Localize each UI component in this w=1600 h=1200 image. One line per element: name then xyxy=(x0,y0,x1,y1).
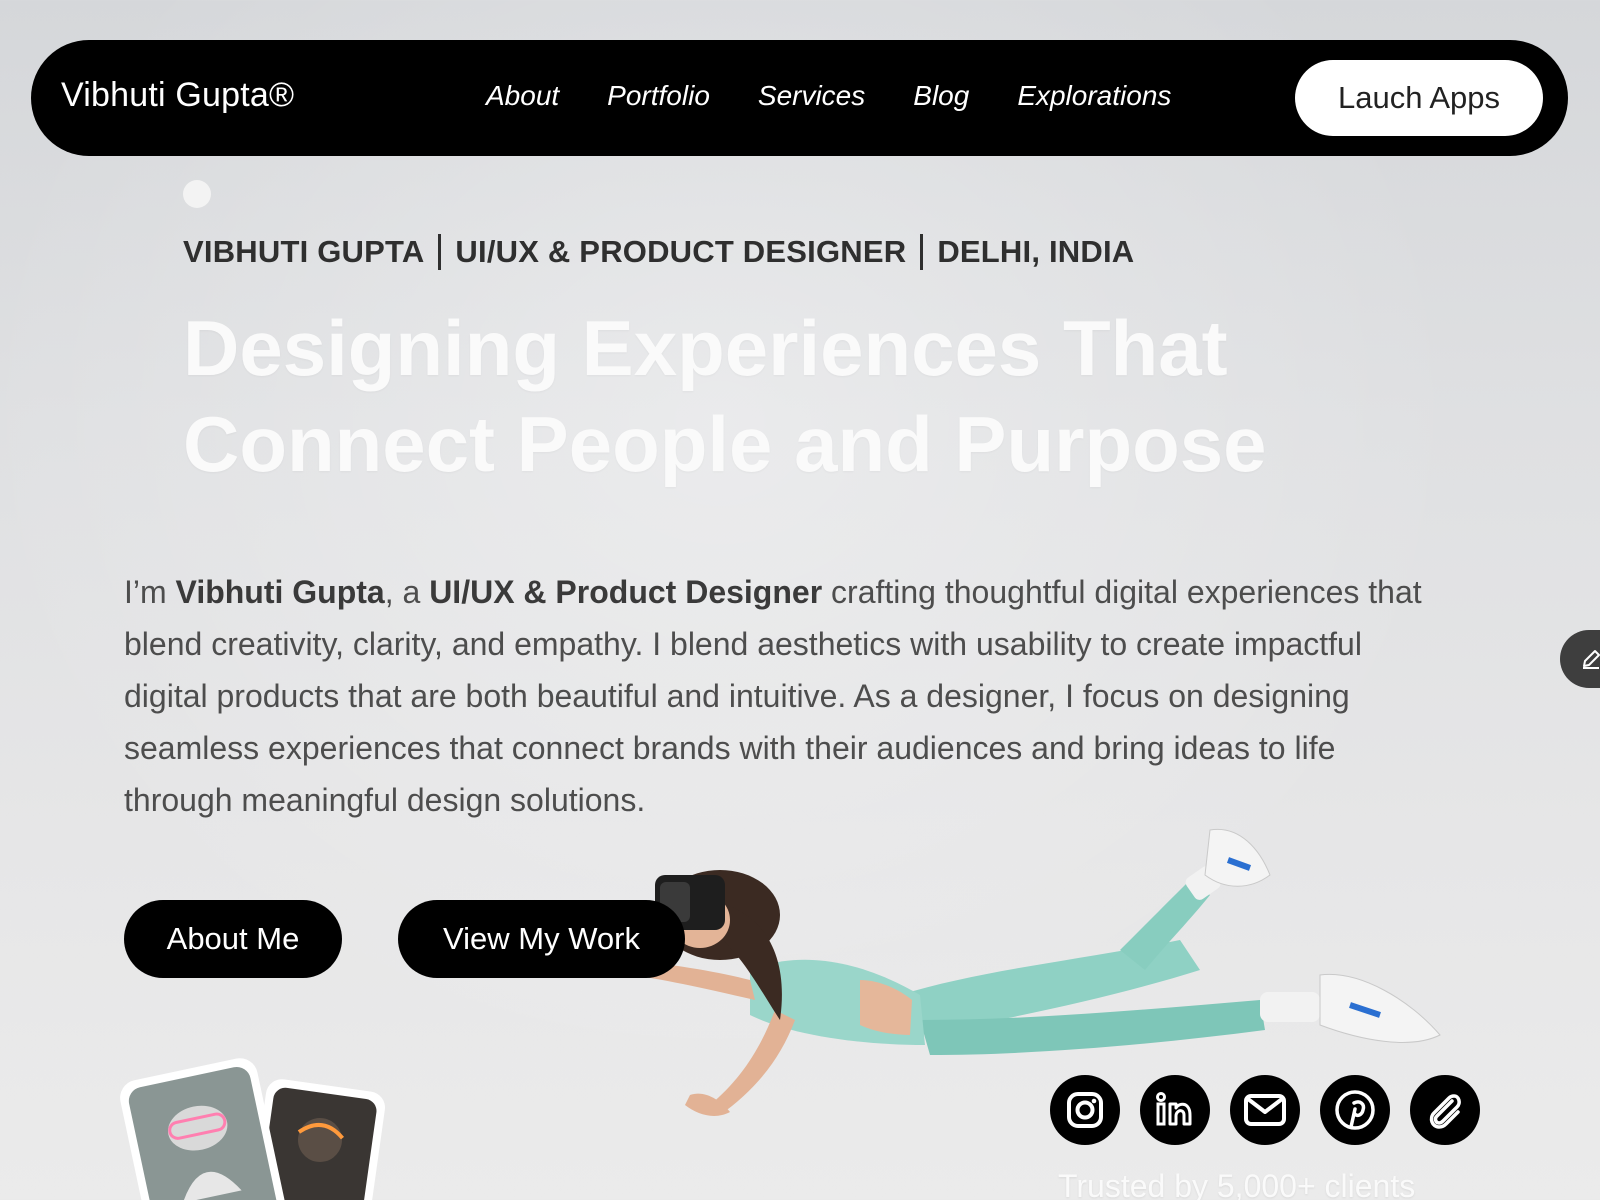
edit-tab[interactable] xyxy=(1560,630,1600,688)
top-navbar: Vibhuti Gupta® About Portfolio Services … xyxy=(31,40,1568,156)
desc-rest: crafting thoughtful digital experiences … xyxy=(124,574,1422,818)
tagline-role: UI/UX & PRODUCT DESIGNER xyxy=(455,234,907,269)
desc-prefix: I’m xyxy=(124,574,176,610)
trusted-by-text: Trusted by 5,000+ clients xyxy=(1058,1168,1416,1200)
desc-name: Vibhuti Gupta xyxy=(175,574,385,610)
attachment-link[interactable] xyxy=(1410,1075,1480,1145)
brand-logo[interactable]: Vibhuti Gupta® xyxy=(61,76,294,115)
about-me-button[interactable]: About Me xyxy=(124,900,342,978)
nav-link-blog[interactable]: Blog xyxy=(913,80,969,112)
project-thumbnail-cards xyxy=(120,1058,385,1200)
linkedin-icon xyxy=(1156,1092,1192,1126)
desc-mid: , a xyxy=(384,574,430,610)
nav-link-explorations[interactable]: Explorations xyxy=(1017,80,1171,112)
hero-tagline: VIBHUTI GUPTA UI/UX & PRODUCT DESIGNER D… xyxy=(183,234,1134,270)
decorative-dot xyxy=(183,180,211,208)
pencil-icon xyxy=(1583,650,1600,669)
linkedin-link[interactable] xyxy=(1140,1075,1210,1145)
tagline-separator xyxy=(438,234,442,270)
hero-headline: Designing Experiences That Connect Peopl… xyxy=(183,300,1433,492)
pinterest-link[interactable] xyxy=(1320,1075,1390,1145)
launch-apps-button[interactable]: Lauch Apps xyxy=(1295,60,1543,136)
nav-link-portfolio[interactable]: Portfolio xyxy=(607,80,710,112)
pinterest-icon xyxy=(1335,1090,1375,1130)
nav-link-about[interactable]: About xyxy=(486,80,559,112)
nav-links: About Portfolio Services Blog Exploratio… xyxy=(486,80,1171,112)
headline-line-2: Connect People and Purpose xyxy=(183,400,1267,488)
nav-link-services[interactable]: Services xyxy=(758,80,865,112)
mail-icon xyxy=(1244,1094,1286,1126)
email-link[interactable] xyxy=(1230,1075,1300,1145)
view-my-work-button[interactable]: View My Work xyxy=(398,900,685,978)
instagram-link[interactable] xyxy=(1050,1075,1120,1145)
tagline-separator xyxy=(920,234,924,270)
hero-description: I’m Vibhuti Gupta, a UI/UX & Product Des… xyxy=(124,566,1444,826)
attachment-icon xyxy=(1429,1094,1461,1129)
headline-line-1: Designing Experiences That xyxy=(183,304,1228,392)
tagline-name: VIBHUTI GUPTA xyxy=(183,234,425,269)
social-links xyxy=(1050,1075,1480,1145)
desc-role: UI/UX & Product Designer xyxy=(429,574,823,610)
instagram-icon xyxy=(1067,1092,1103,1128)
tagline-location: DELHI, INDIA xyxy=(937,234,1135,269)
